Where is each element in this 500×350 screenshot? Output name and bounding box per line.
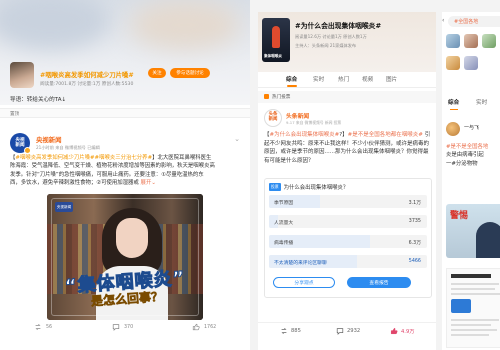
pinned-section-bar: 置顶 — [0, 108, 250, 118]
poll-option[interactable]: 不太清楚的来评论区聊聊 5466 — [269, 255, 427, 268]
author-avatar[interactable] — [446, 122, 460, 136]
post-meta: 9-17 来自 微博视频号 新闻 投票 — [286, 120, 342, 125]
repost-button[interactable]: 56 — [34, 323, 52, 331]
thumbnail-image[interactable] — [446, 34, 460, 48]
cctv-watermark: 央视新闻 — [55, 202, 73, 212]
video-player[interactable]: 央视新闻 “集体咽喉炎” 是怎么回事？ — [47, 194, 203, 320]
hashtag-link[interactable]: #是不是全国各地都在咽喉炎# — [348, 132, 423, 138]
comment-icon — [336, 328, 344, 335]
post-meta: 21小时前 来自 微博视频号 已编辑 — [36, 145, 100, 150]
topic-header: 集体咽喉炎 #为什么会出现集体咽喉炎# 阅读量12.6万 讨论量1万 原创人数1… — [258, 12, 436, 72]
topic-host: 主持人：头条新闻 21家媒体发布 — [295, 43, 357, 48]
tab-realtime[interactable]: 实时 — [476, 98, 487, 106]
view-report-button[interactable]: 查看报告 — [347, 277, 411, 288]
image-strip — [446, 34, 500, 84]
screenshot-collage: #咽喉炎高发季如何减少刀片嗓# 关注 参与话题讨论 阅读量:7001.8万 讨论… — [0, 0, 500, 350]
comment-button[interactable]: 370 — [112, 323, 133, 331]
tab-images[interactable]: 图片 — [386, 75, 397, 83]
repost-icon — [35, 323, 41, 331]
topic-page-right: ‹ #全国各地 综合 实时 一与飞 #是不是全国各地 炎是由病毒引起 一#分泌物… — [442, 12, 500, 350]
poll-question: 为什么会出现集体咽喉炎？ — [283, 185, 349, 191]
like-button[interactable]: 1762 — [192, 323, 216, 331]
hashtag-link[interactable]: #为什么会出现集体咽喉炎# — [270, 132, 340, 138]
thumbnail-image[interactable] — [482, 34, 496, 48]
poll-option-label: 季节原因 — [274, 200, 294, 206]
poll-badge: 投票 — [269, 183, 281, 191]
poll-option-label: 人流量大 — [274, 220, 294, 226]
share-opinion-button[interactable]: 分享观点 — [273, 277, 335, 288]
tab-video[interactable]: 视频 — [362, 75, 373, 83]
hashtag-link[interactable]: #咽喉炎三分治七分养# — [95, 155, 153, 161]
thumbnail-image[interactable] — [446, 56, 460, 70]
like-button[interactable]: 4.9万 — [390, 327, 414, 335]
topic-hashtag[interactable]: #咽喉炎高发季如何减少刀片嗓# — [40, 70, 134, 79]
join-discussion-button[interactable]: 参与话题讨论 — [170, 68, 210, 78]
hashtag-link[interactable]: #咽喉炎高发季如何减少刀片嗓# — [15, 155, 94, 161]
author-name[interactable]: 央视新闻 — [36, 135, 62, 144]
repost-button[interactable]: 885 — [280, 327, 301, 335]
weibo-post-cctv[interactable]: 央视 新闻 央视新闻 21小时前 来自 微博视频号 已编辑 ⌄ 【#咽喉炎高发季… — [0, 121, 250, 350]
tab-hot[interactable]: 热门 — [338, 75, 349, 83]
back-icon[interactable]: ‹ — [442, 17, 444, 24]
topic-stats: 阅读量12.6万 讨论量1万 原创人数1万 — [295, 34, 367, 39]
topic-title[interactable]: #咽喉炎高发季如何减少刀片嗓# — [40, 66, 134, 82]
poll-card: 投票 为什么会出现集体咽喉炎？ 季节原因 3.1万人流量大 3735 病毒传播 6.3万… — [264, 178, 432, 298]
active-tab-indicator — [450, 109, 458, 111]
author-name[interactable]: 头条新闻 — [286, 111, 309, 120]
topic-tabs: 综合 实时 热门 视频 图片 — [258, 72, 436, 88]
expand-link[interactable]: 展开 — [141, 180, 152, 186]
topic-tabs: 综合 实时 — [442, 98, 500, 111]
poll-option-count: 6.3万 — [408, 240, 421, 246]
active-tab-indicator — [287, 85, 297, 87]
hot-vote-bar[interactable]: 热门投票 — [258, 91, 436, 103]
post-action-bar: 56 370 1762 — [0, 323, 250, 337]
hot-icon — [264, 94, 269, 99]
topic-cover-image — [10, 62, 34, 88]
post-body: 【#咽喉炎高发季如何减少刀片嗓##咽喉炎三分治七分养#】北大医院耳鼻喉科医生 陈… — [10, 155, 215, 186]
search-input[interactable]: #全国各地 — [448, 16, 500, 27]
topic-intro: 导语：转给关心的TA↓ — [10, 97, 67, 103]
thumbs-up-icon — [192, 323, 200, 331]
thumbs-up-icon — [390, 327, 398, 335]
topic-page-left: #咽喉炎高发季如何减少刀片嗓# 关注 参与话题讨论 阅读量:7001.8万 讨论… — [0, 0, 250, 350]
poll-option[interactable]: 季节原因 3.1万 — [269, 195, 427, 208]
thumbnail-image[interactable] — [464, 56, 478, 70]
chevron-down-icon[interactable]: ⌄ — [234, 135, 240, 143]
poll-option-count: 3.1万 — [408, 200, 421, 206]
topic-page-middle: 集体咽喉炎 #为什么会出现集体咽喉炎# 阅读量12.6万 讨论量1万 原创人数1… — [258, 12, 436, 350]
tab-comprehensive[interactable]: 综合 — [448, 98, 459, 106]
topic-banner — [0, 0, 250, 105]
document-preview[interactable] — [446, 268, 500, 348]
poll-option[interactable]: 人流量大 3735 — [269, 215, 427, 228]
topic-stats: 阅读量:7001.8万 讨论量:1万 原创人数:5530 — [40, 82, 134, 87]
tab-realtime[interactable]: 实时 — [313, 75, 324, 83]
verified-badge-icon — [24, 147, 31, 154]
author-avatar[interactable]: 头条 新闻 — [264, 109, 282, 127]
post-body: #是不是全国各地 炎是由病毒引起 一#分泌物物 — [446, 144, 489, 167]
topic-title[interactable]: #为什么会出现集体咽喉炎# — [295, 20, 381, 30]
pinned-label: 置顶 — [10, 111, 20, 117]
tab-comprehensive[interactable]: 综合 — [286, 75, 297, 83]
topic-thumbnail: 集体咽喉炎 — [262, 18, 290, 62]
poll-option-label: 不太清楚的来评论区聊聊 — [274, 260, 327, 266]
poll-header: 投票 为什么会出现集体咽喉炎？ — [269, 183, 348, 191]
poll-option-count: 5466 — [408, 258, 421, 264]
post-action-bar: 885 2932 4.9万 — [258, 322, 436, 342]
post-image[interactable]: 警惕 — [446, 204, 500, 258]
comment-button[interactable]: 2932 — [336, 327, 360, 335]
post-body: 【#为什么会出现集体咽喉炎#?】#是不是全国各地都在咽喉炎# 引起不少网友共鸣：… — [264, 132, 431, 164]
author-name[interactable]: 一与飞 — [464, 124, 479, 131]
repost-icon — [281, 327, 287, 335]
comment-icon — [112, 324, 120, 331]
poll-option-count: 3735 — [408, 218, 421, 224]
follow-button[interactable]: 关注 — [148, 68, 166, 78]
poll-option[interactable]: 病毒传播 6.3万 — [269, 235, 427, 248]
thumbnail-image[interactable] — [464, 34, 478, 48]
poll-option-label: 病毒传播 — [274, 240, 294, 246]
